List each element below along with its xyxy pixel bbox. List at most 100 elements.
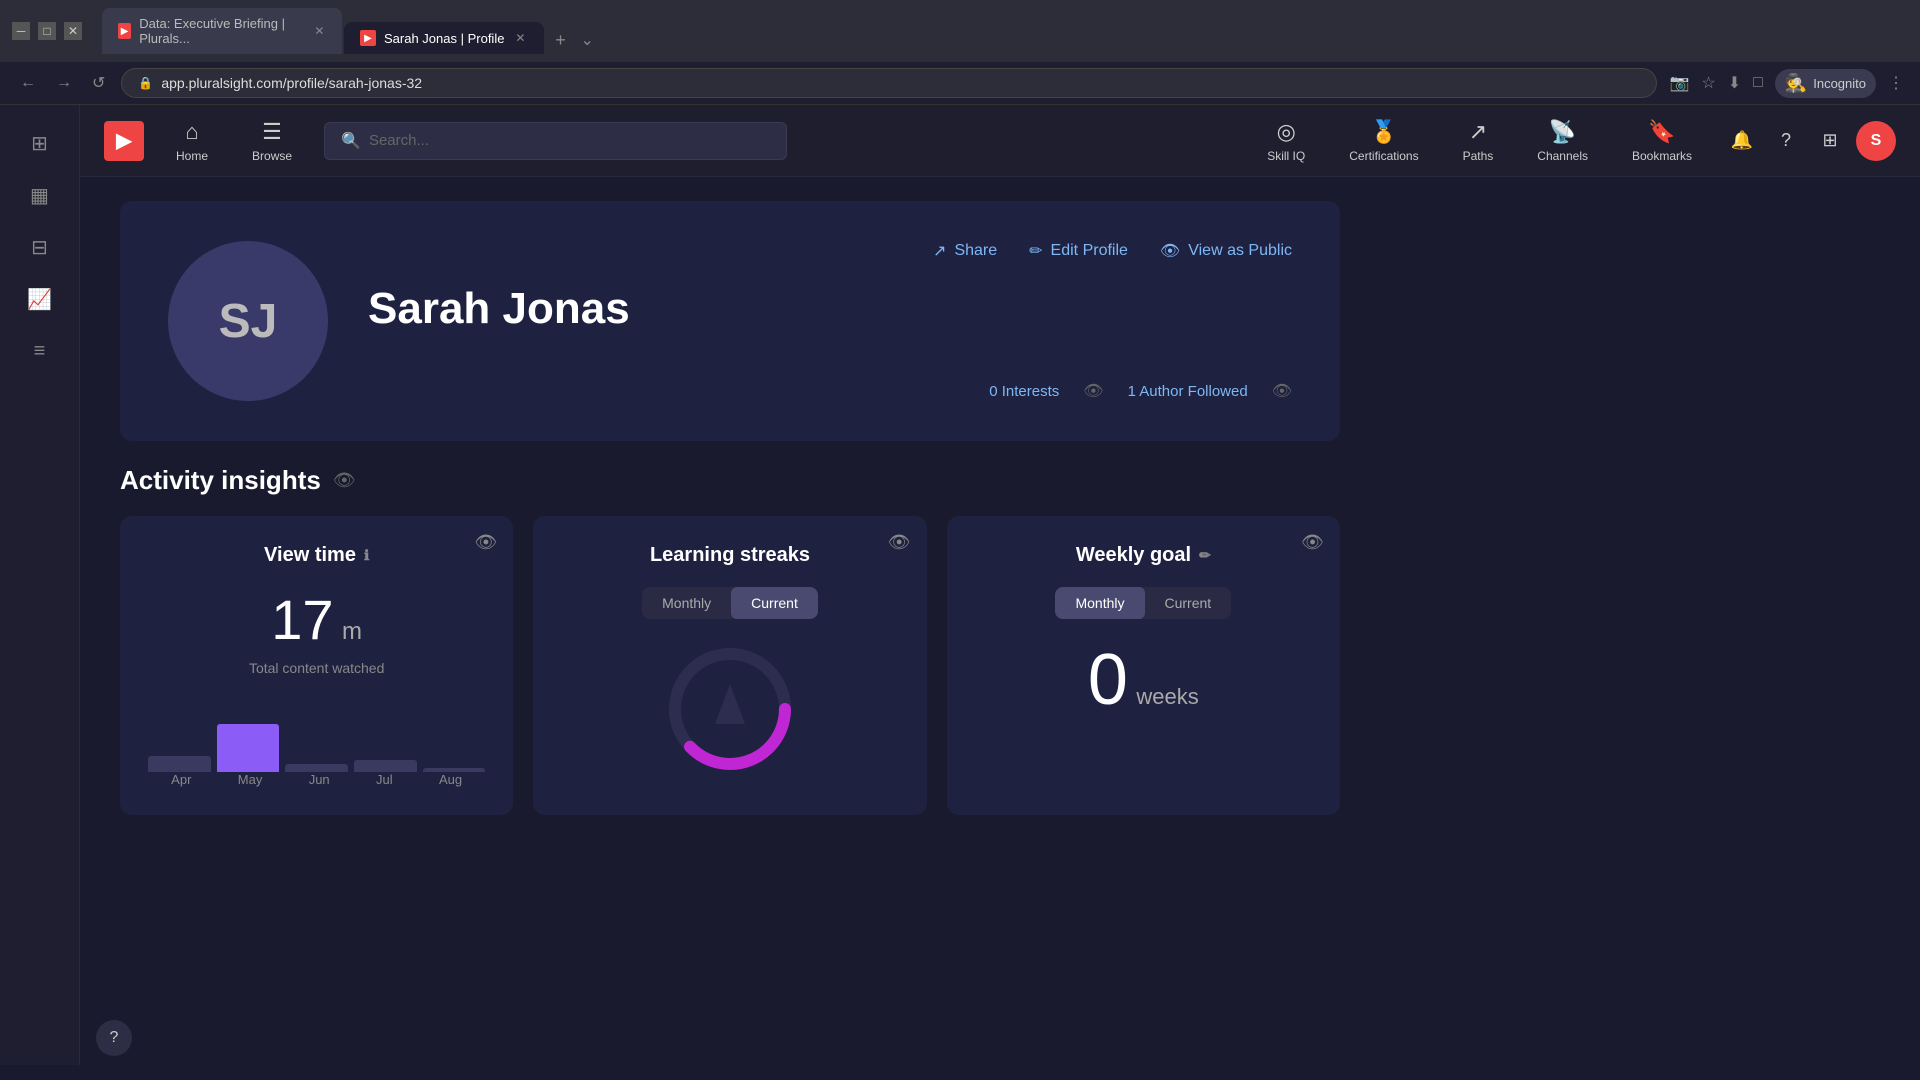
left-sidebar: ⊞ ▦ ⊟ 📈 ≡ [0, 105, 80, 1065]
view-time-chart [148, 692, 485, 772]
author-privacy-icon: 👁 [1272, 381, 1292, 401]
address-bar: ← → ↺ 🔒 app.pluralsight.com/profile/sara… [0, 62, 1920, 105]
help-bubble-button[interactable]: ? [96, 1020, 132, 1056]
search-input[interactable] [369, 132, 770, 149]
apps-icon: ⊞ [1822, 130, 1837, 151]
streak-circle [665, 644, 795, 774]
nav-browse-label: Browse [252, 149, 292, 163]
bookmarks-icon: 🔖 [1648, 119, 1675, 145]
share-icon: ↗ [933, 241, 946, 261]
nav-channels-label: Channels [1537, 149, 1588, 163]
section-privacy-icon[interactable]: 👁 [333, 470, 356, 491]
top-nav: ▶ ⌂ Home ☰ Browse 🔍 ◎ Skill IQ 🏅 Certifi [80, 105, 1920, 177]
sidebar-item-grid[interactable]: ⊞ [18, 121, 62, 165]
activity-insights-section: Activity insights 👁 👁 View time ℹ [120, 465, 1340, 815]
tabs-bar: ▶ Data: Executive Briefing | Plurals... … [90, 8, 1908, 54]
view-time-info-icon[interactable]: ℹ [364, 547, 369, 564]
nav-certifications[interactable]: 🏅 Certifications [1337, 111, 1430, 171]
bell-icon: 🔔 [1731, 130, 1753, 151]
incognito-icon: 🕵 [1785, 73, 1807, 94]
sidebar-item-table[interactable]: ⊟ [18, 225, 62, 269]
nav-skill-iq[interactable]: ◎ Skill IQ [1255, 111, 1317, 171]
nav-browse[interactable]: ☰ Browse [240, 111, 304, 171]
nav-home[interactable]: ⌂ Home [164, 111, 220, 171]
url-bar[interactable]: 🔒 app.pluralsight.com/profile/sarah-jona… [121, 68, 1657, 98]
streaks-current-button[interactable]: Current [731, 587, 818, 619]
weekly-number: 0 [1088, 640, 1128, 720]
pluralsight-logo[interactable]: ▶ [104, 121, 144, 161]
view-time-card: 👁 View time ℹ 17 m Total content watched [120, 516, 513, 815]
browser-actions: 📷 ☆ ⬇ □ 🕵 Incognito ⋮ [1669, 69, 1904, 98]
avatar-text: SJ [219, 294, 278, 349]
tab-label-2: Sarah Jonas | Profile [384, 31, 504, 46]
avatar-initials: S [1871, 132, 1882, 150]
month-jul: Jul [376, 772, 393, 787]
weekly-title: Weekly goal ✏ [975, 544, 1312, 567]
weekly-edit-icon[interactable]: ✏ [1199, 547, 1211, 564]
share-button[interactable]: ↗ Share [933, 241, 997, 261]
chart-bar-apr [148, 756, 211, 772]
minimize-button[interactable]: ─ [12, 22, 30, 40]
author-followed-link[interactable]: 1 Author Followed [1128, 383, 1248, 400]
incognito-label: Incognito [1813, 76, 1866, 91]
search-bar[interactable]: 🔍 [324, 122, 787, 160]
star-icon[interactable]: ☆ [1701, 73, 1715, 93]
certifications-icon: 🏅 [1370, 119, 1397, 145]
profile-links: 0 Interests 👁 1 Author Followed 👁 [989, 381, 1292, 401]
download-icon[interactable]: ⬇ [1728, 73, 1741, 93]
weekly-monthly-button[interactable]: Monthly [1055, 587, 1144, 619]
grid-icon: ⊞ [31, 131, 48, 156]
tab-dropdown-button[interactable]: ⌄ [576, 26, 597, 54]
refresh-button[interactable]: ↺ [88, 69, 109, 97]
streaks-eye-icon[interactable]: 👁 [888, 532, 911, 553]
sidebar-item-chart-bar[interactable]: ▦ [18, 173, 62, 217]
new-tab-button[interactable]: + [546, 26, 574, 54]
help-button[interactable]: ? [1768, 123, 1804, 159]
weekly-eye-icon[interactable]: 👁 [1301, 532, 1324, 553]
forward-button[interactable]: → [52, 70, 76, 96]
section-header: Activity insights 👁 [120, 465, 1340, 496]
user-avatar-button[interactable]: S [1856, 121, 1896, 161]
view-time-number: 17 [271, 588, 333, 651]
edit-profile-button[interactable]: ✏ Edit Profile [1029, 241, 1128, 261]
skill-iq-icon: ◎ [1277, 119, 1296, 145]
close-button[interactable]: ✕ [64, 22, 82, 40]
chart-bar-jul [354, 760, 417, 772]
streaks-toggle-group: Monthly Current [642, 587, 818, 619]
nav-skill-iq-label: Skill IQ [1267, 149, 1305, 163]
tab-close-2[interactable]: ✕ [512, 30, 528, 46]
weekly-current-button[interactable]: Current [1145, 587, 1232, 619]
sidebar-item-list[interactable]: ≡ [18, 329, 62, 373]
view-as-public-button[interactable]: 👁 View as Public [1160, 241, 1292, 261]
tab-label-1: Data: Executive Briefing | Plurals... [139, 16, 305, 46]
streaks-monthly-button[interactable]: Monthly [642, 587, 731, 619]
tab-sarah-profile[interactable]: ▶ Sarah Jonas | Profile ✕ [344, 22, 544, 54]
url-text: app.pluralsight.com/profile/sarah-jonas-… [161, 75, 422, 91]
tab-data-executive[interactable]: ▶ Data: Executive Briefing | Plurals... … [102, 8, 342, 54]
sidebar-item-chart-line[interactable]: 📈 [18, 277, 62, 321]
tab-close-1[interactable]: ✕ [313, 23, 326, 39]
insights-grid: 👁 View time ℹ 17 m Total content watched [120, 516, 1340, 815]
month-may: May [238, 772, 263, 787]
back-button[interactable]: ← [16, 70, 40, 96]
menu-icon[interactable]: ⋮ [1888, 73, 1904, 93]
interests-link[interactable]: 0 Interests [989, 383, 1059, 400]
month-jun: Jun [309, 772, 330, 787]
nav-bookmarks[interactable]: 🔖 Bookmarks [1620, 111, 1704, 171]
incognito-badge: 🕵 Incognito [1775, 69, 1876, 98]
eye-icon: 👁 [1160, 241, 1180, 261]
maximize-button[interactable]: □ [38, 22, 56, 40]
streak-svg [665, 644, 795, 774]
view-time-eye-icon[interactable]: 👁 [474, 532, 497, 553]
notifications-button[interactable]: 🔔 [1724, 123, 1760, 159]
apps-button[interactable]: ⊞ [1812, 123, 1848, 159]
extensions-icon[interactable]: □ [1753, 74, 1763, 92]
paths-icon: ↗ [1469, 119, 1487, 145]
list-icon: ≡ [34, 340, 46, 363]
nav-channels[interactable]: 📡 Channels [1525, 111, 1600, 171]
camera-icon[interactable]: 📷 [1669, 73, 1689, 93]
nav-paths[interactable]: ↗ Paths [1451, 111, 1506, 171]
help-icon: ? [1781, 130, 1791, 151]
tab-favicon-2: ▶ [360, 30, 376, 46]
nav-actions: 🔔 ? ⊞ S [1724, 121, 1896, 161]
